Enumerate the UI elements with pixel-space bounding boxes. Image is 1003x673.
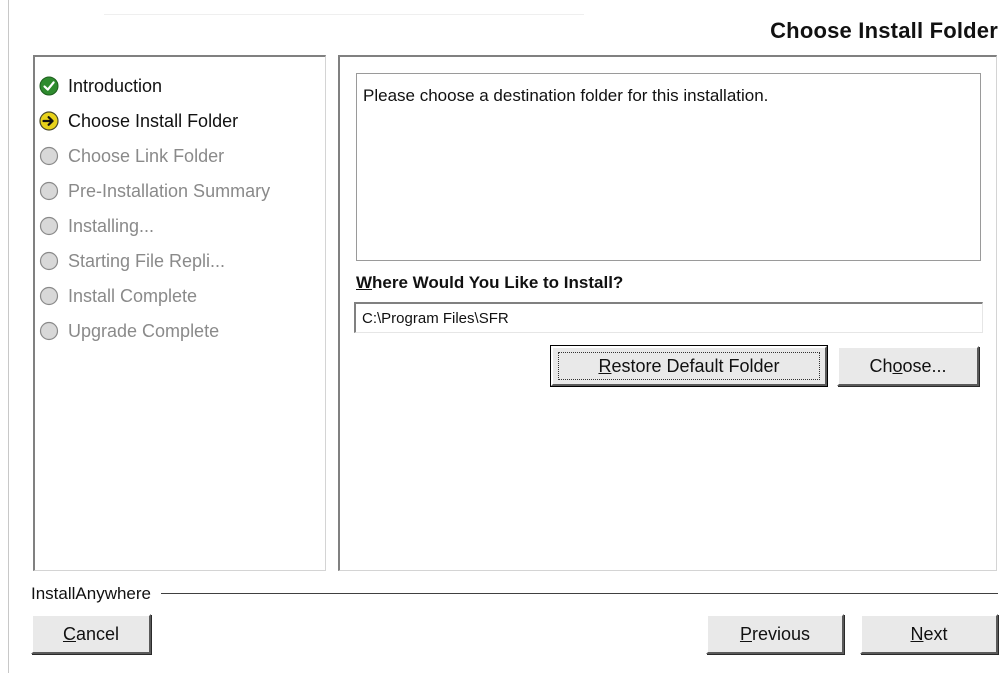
next-button[interactable]: Next xyxy=(860,614,998,654)
previous-button[interactable]: Previous xyxy=(706,614,844,654)
step-label: Choose Install Folder xyxy=(68,110,239,131)
cancel-button-label: ancel xyxy=(75,623,120,644)
step-starting-file-replication: Starting File Repli... xyxy=(39,248,225,274)
install-path-input[interactable] xyxy=(354,302,983,333)
mnemonic-char: R xyxy=(598,355,612,376)
circle-icon xyxy=(39,286,59,306)
circle-icon xyxy=(39,146,59,166)
instructions-text: Please choose a destination folder for t… xyxy=(363,86,769,105)
cancel-button[interactable]: Cancel xyxy=(31,614,151,654)
install-label-text: here Would You Like to Install? xyxy=(372,273,624,292)
circle-icon xyxy=(39,321,59,341)
step-label: Starting File Repli... xyxy=(68,250,226,271)
step-choose-link-folder: Choose Link Folder xyxy=(39,143,224,169)
choose-button-label-pre: Ch xyxy=(869,355,893,376)
previous-button-label: revious xyxy=(751,623,811,644)
check-icon xyxy=(39,76,59,96)
circle-icon xyxy=(39,181,59,201)
step-label: Pre-Installation Summary xyxy=(68,180,271,201)
steps-panel: Introduction Choose Install Folder Choos… xyxy=(33,55,326,571)
installer-window: Choose Install Folder Introduction Choos… xyxy=(8,0,1003,673)
header-divider xyxy=(104,14,584,15)
message-box: Please choose a destination folder for t… xyxy=(356,73,981,261)
mnemonic-char: W xyxy=(356,273,373,292)
mnemonic-char: o xyxy=(892,355,903,376)
circle-icon xyxy=(39,251,59,271)
step-label: Installing... xyxy=(68,215,155,236)
mnemonic-char: C xyxy=(62,623,76,644)
step-installing: Installing... xyxy=(39,213,154,239)
choose-folder-button[interactable]: Ch o ose... xyxy=(837,346,979,386)
arrow-right-icon xyxy=(39,111,59,131)
step-choose-install-folder: Choose Install Folder xyxy=(39,108,238,134)
choose-button-label-post: ose... xyxy=(902,355,947,376)
step-label: Upgrade Complete xyxy=(68,320,220,341)
restore-button-label: estore Default Folder xyxy=(611,355,780,376)
step-label: Install Complete xyxy=(68,285,198,306)
step-introduction: Introduction xyxy=(39,73,162,99)
restore-default-folder-button[interactable]: Restore Default Folder xyxy=(550,345,828,387)
brand-label: InstallAnywhere xyxy=(31,584,162,604)
step-install-complete: Install Complete xyxy=(39,283,197,309)
step-label: Introduction xyxy=(68,75,163,96)
mnemonic-char: N xyxy=(910,623,924,644)
step-label: Choose Link Folder xyxy=(68,145,225,166)
step-pre-installation-summary: Pre-Installation Summary xyxy=(39,178,270,204)
step-upgrade-complete: Upgrade Complete xyxy=(39,318,219,344)
install-location-label: Where Would You Like to Install? xyxy=(356,273,623,293)
next-button-label: ext xyxy=(923,623,948,644)
content-panel: Please choose a destination folder for t… xyxy=(338,55,997,571)
circle-icon xyxy=(39,216,59,236)
footer-divider xyxy=(31,593,998,595)
page-title: Choose Install Folder xyxy=(770,18,998,43)
mnemonic-char: P xyxy=(739,623,752,644)
